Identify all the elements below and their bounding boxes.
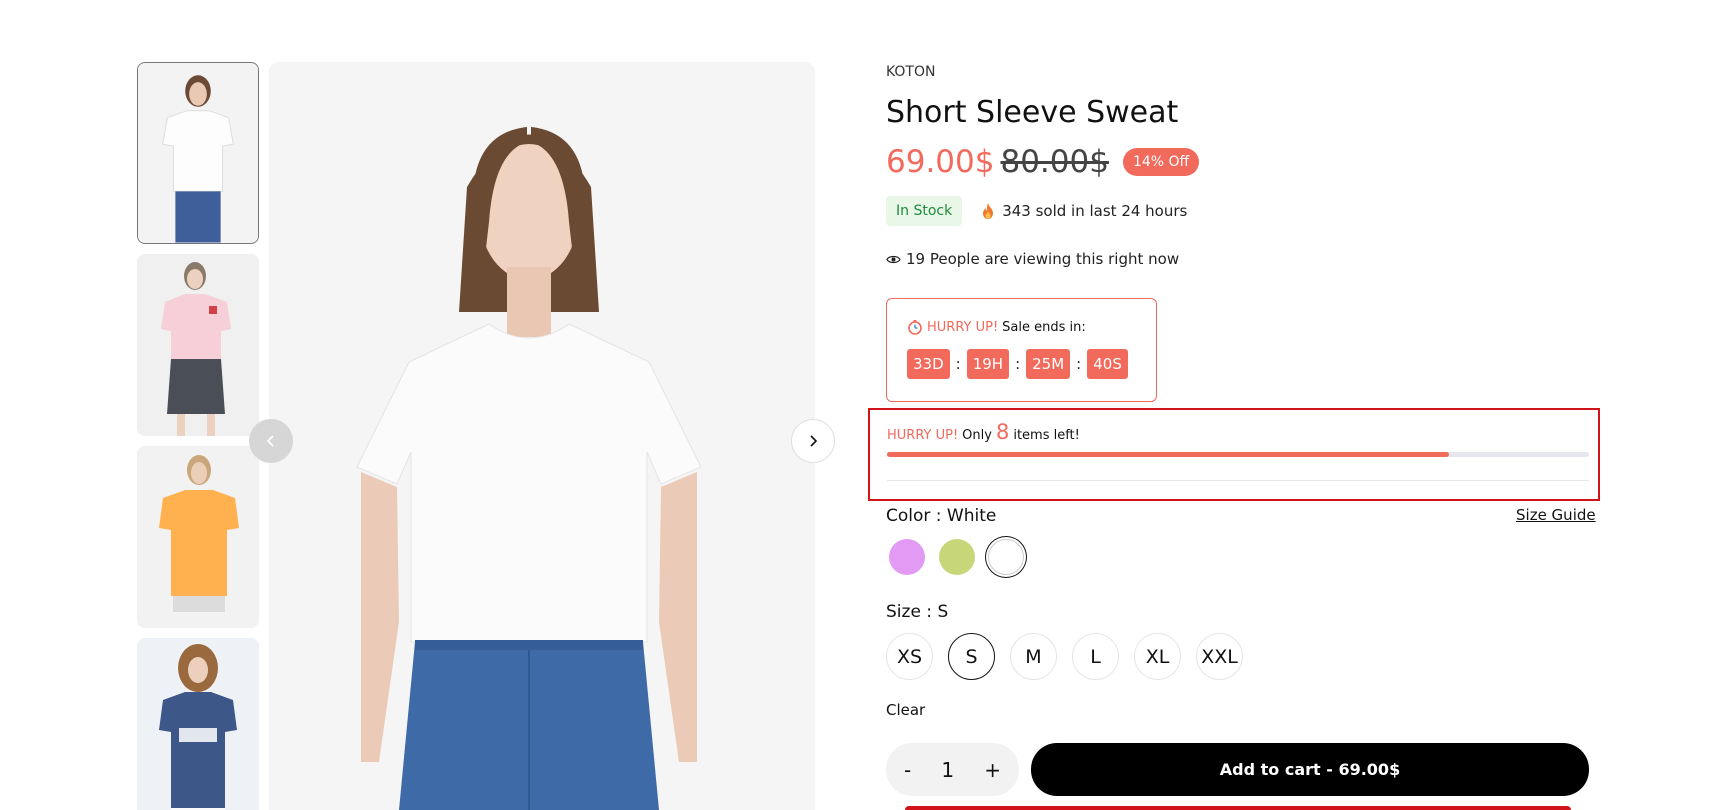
price-row: 69.00$ 80.00$ 14% Off	[886, 144, 1200, 180]
size-guide-link[interactable]: Size Guide	[1516, 506, 1596, 524]
divider	[887, 480, 1589, 481]
current-price: 69.00$	[886, 144, 995, 180]
countdown-minutes: 25M	[1026, 349, 1071, 379]
stock-progress-fill	[887, 452, 1449, 457]
stock-row: In Stock 343 sold in last 24 hours	[886, 196, 1187, 226]
sale-hurry-text: HURRY UP!	[927, 319, 999, 335]
size-option-l[interactable]: L	[1072, 633, 1119, 680]
viewing-count: 19 People are viewing this right now	[886, 250, 1179, 268]
discount-badge: 14% Off	[1122, 148, 1200, 176]
countdown-seconds: 40S	[1087, 349, 1128, 379]
color-label: Color : White	[886, 506, 996, 526]
quantity-value[interactable]: 1	[941, 758, 954, 782]
clear-selection-link[interactable]: Clear	[886, 701, 925, 719]
stock-alert-text: HURRY UP! Only 8 items left!	[887, 420, 1080, 444]
quantity-decrease-button[interactable]: -	[904, 758, 911, 782]
stock-remaining-count: 8	[995, 420, 1010, 444]
thumbnail-navy-tee[interactable]	[137, 638, 259, 810]
color-swatch[interactable]	[939, 539, 975, 575]
size-label-text: Size :	[886, 602, 933, 622]
buy-now-button[interactable]	[905, 806, 1571, 810]
sold-count: 343 sold in last 24 hours	[980, 202, 1187, 220]
quantity-increase-button[interactable]: +	[984, 758, 1001, 782]
sale-countdown-box: HURRY UP! Sale ends in: 33D : 19H : 25M …	[886, 298, 1157, 402]
color-selected-value: White	[946, 506, 997, 526]
sale-ends-text: Sale ends in:	[1002, 319, 1086, 335]
main-product-image	[269, 62, 815, 810]
color-swatch[interactable]	[988, 539, 1024, 575]
next-image-button[interactable]	[791, 419, 835, 463]
eye-icon	[886, 255, 901, 263]
stock-progress-bar	[887, 452, 1589, 457]
size-option-xs[interactable]: XS	[886, 633, 933, 680]
countdown-separator: :	[1076, 355, 1082, 373]
countdown-separator: :	[1015, 355, 1021, 373]
countdown-hours: 19H	[966, 349, 1010, 379]
stopwatch-icon	[908, 320, 922, 335]
thumbnail-orange-tee[interactable]	[137, 446, 259, 628]
quantity-stepper: - 1 +	[886, 743, 1019, 796]
viewing-text: 19 People are viewing this right now	[906, 250, 1180, 268]
sold-text: 343 sold in last 24 hours	[1002, 202, 1188, 220]
countdown-timer: 33D : 19H : 25M : 40S	[907, 349, 1128, 379]
stock-items-left-text: items left!	[1013, 428, 1080, 443]
chevron-left-icon	[266, 435, 274, 447]
countdown-days: 33D	[907, 349, 950, 379]
thumbnail-white-tee[interactable]	[137, 62, 259, 244]
chevron-right-icon	[810, 435, 818, 447]
brand-name: KOTON	[886, 64, 936, 80]
size-option-xxl[interactable]: XXL	[1196, 633, 1243, 680]
color-label-text: Color :	[886, 506, 942, 526]
countdown-separator: :	[955, 355, 961, 373]
size-option-m[interactable]: M	[1010, 633, 1057, 680]
stock-alert-box: HURRY UP! Only 8 items left!	[868, 408, 1600, 501]
size-selected-value: S	[937, 602, 949, 622]
add-to-cart-button[interactable]: Add to cart - 69.00$	[1031, 743, 1589, 796]
size-option-xl[interactable]: XL	[1134, 633, 1181, 680]
size-option-s[interactable]: S	[948, 633, 995, 680]
stock-hurry-text: HURRY UP!	[887, 428, 959, 443]
thumbnail-pink-tee[interactable]	[137, 254, 259, 436]
stock-only-text: Only	[962, 428, 992, 443]
color-swatch[interactable]	[889, 539, 925, 575]
fire-icon	[983, 203, 994, 219]
stock-badge: In Stock	[886, 196, 963, 226]
size-label: Size : S	[886, 602, 948, 622]
prev-image-button[interactable]	[249, 419, 293, 463]
sale-header: HURRY UP! Sale ends in:	[907, 319, 1086, 335]
original-price: 80.00$	[1000, 144, 1109, 180]
product-title: Short Sleeve Sweat	[886, 95, 1179, 130]
